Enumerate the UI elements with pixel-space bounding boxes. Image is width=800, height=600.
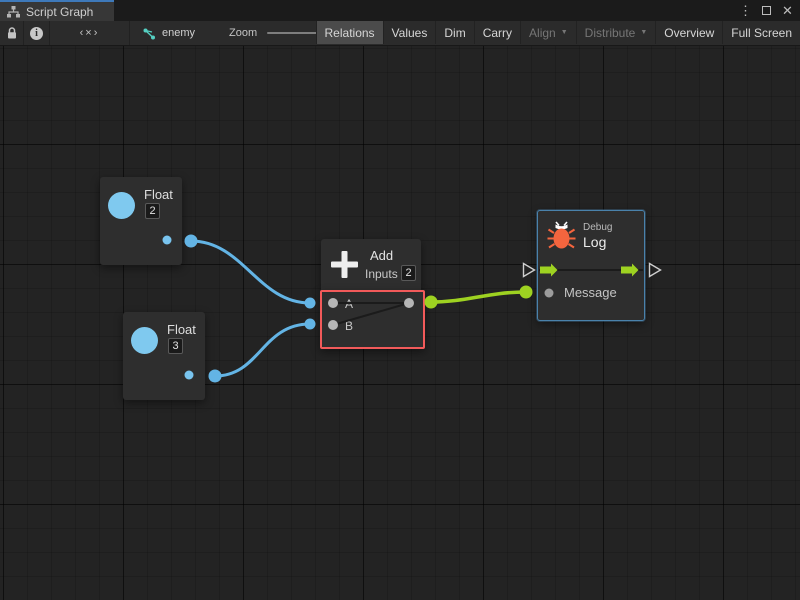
dim-button[interactable]: Dim [435,21,473,44]
wire-dot[interactable] [185,235,198,248]
node-add[interactable]: Add Inputs 2 [321,239,421,290]
graph-canvas[interactable]: Float 2 Float 3 Add Inputs 2 A B [0,46,800,600]
close-icon: ✕ [782,4,793,17]
port-label-a: A [345,297,353,311]
window-menu-button[interactable]: ⋮ [737,2,754,19]
message-port-label: Message [564,285,617,300]
wire-float1-to-add-a[interactable] [191,241,310,303]
wire-dot[interactable] [305,298,316,309]
add-ports-panel-highlighted[interactable]: A B [320,290,425,349]
debug-bug-icon [547,220,576,255]
relations-button[interactable]: Relations [316,21,383,44]
float-value-field[interactable]: 3 [168,338,183,354]
code-view-button[interactable]: ‹×› [50,21,129,45]
inputs-count-field[interactable]: 2 [401,265,416,281]
wire-add-to-debug-log[interactable] [431,292,526,302]
fullscreen-button[interactable]: Full Screen [722,21,800,44]
lock-icon [6,26,18,40]
graph-hierarchy-icon [7,6,20,18]
values-button[interactable]: Values [383,21,436,44]
close-button[interactable]: ✕ [779,2,796,19]
align-dropdown[interactable]: Align ▼ [520,21,576,44]
zoom-label: Zoom [229,27,257,39]
node-debug-log-selected[interactable]: Debug Log Message [537,210,645,321]
wire-dot[interactable] [520,286,533,299]
kebab-menu-icon: ⋮ [739,4,752,17]
graph-network-icon [142,27,156,40]
carry-button[interactable]: Carry [474,21,520,44]
chevron-down-icon: ▼ [561,29,568,36]
chevron-down-icon: ▼ [640,29,647,36]
node-title: Float [167,322,196,337]
toolbar-buttons: Relations Values Dim Carry Align ▼ Distr… [316,21,800,44]
distribute-dropdown[interactable]: Distribute ▼ [576,21,656,44]
float-value-circle-icon [131,327,158,354]
lock-button[interactable] [0,21,23,45]
graph-name: enemy [162,27,195,39]
inputs-label: Inputs [365,267,398,281]
node-title: Log [583,234,606,250]
node-title: Add [370,248,393,263]
window-controls: ⋮ ✕ [737,0,796,21]
maximize-button[interactable] [758,2,775,19]
float-value-circle-icon [108,192,135,219]
wire-dot[interactable] [305,319,316,330]
wire-dot[interactable] [209,370,222,383]
script-graph-window: Script Graph ⋮ ✕ i ‹×› [0,0,800,600]
port-label-b: B [345,319,353,333]
plus-icon [329,249,360,285]
node-float-1[interactable]: Float 2 [100,177,182,265]
graph-breadcrumb[interactable]: enemy [130,21,195,45]
tab-script-graph[interactable]: Script Graph [0,0,114,21]
node-float-2[interactable]: Float 3 [123,312,205,400]
maximize-icon [762,6,771,15]
node-category: Debug [583,222,612,233]
window-tab-bar: Script Graph ⋮ ✕ [0,0,800,21]
code-icon: ‹×› [80,27,100,39]
node-title: Float [144,187,173,202]
wire-float2-to-add-b[interactable] [215,324,310,376]
wire-dot[interactable] [425,296,438,309]
overview-button[interactable]: Overview [655,21,722,44]
tab-title: Script Graph [26,5,93,19]
info-button[interactable]: i [24,21,49,45]
flow-port-left-triangle-icon[interactable] [524,264,535,277]
graph-toolbar: i ‹×› enemy Zoom 1x Relations Values Dim [0,21,800,46]
float-value-field[interactable]: 2 [145,203,160,219]
info-icon: i [30,27,43,40]
flow-port-right-triangle-icon[interactable] [650,264,661,277]
